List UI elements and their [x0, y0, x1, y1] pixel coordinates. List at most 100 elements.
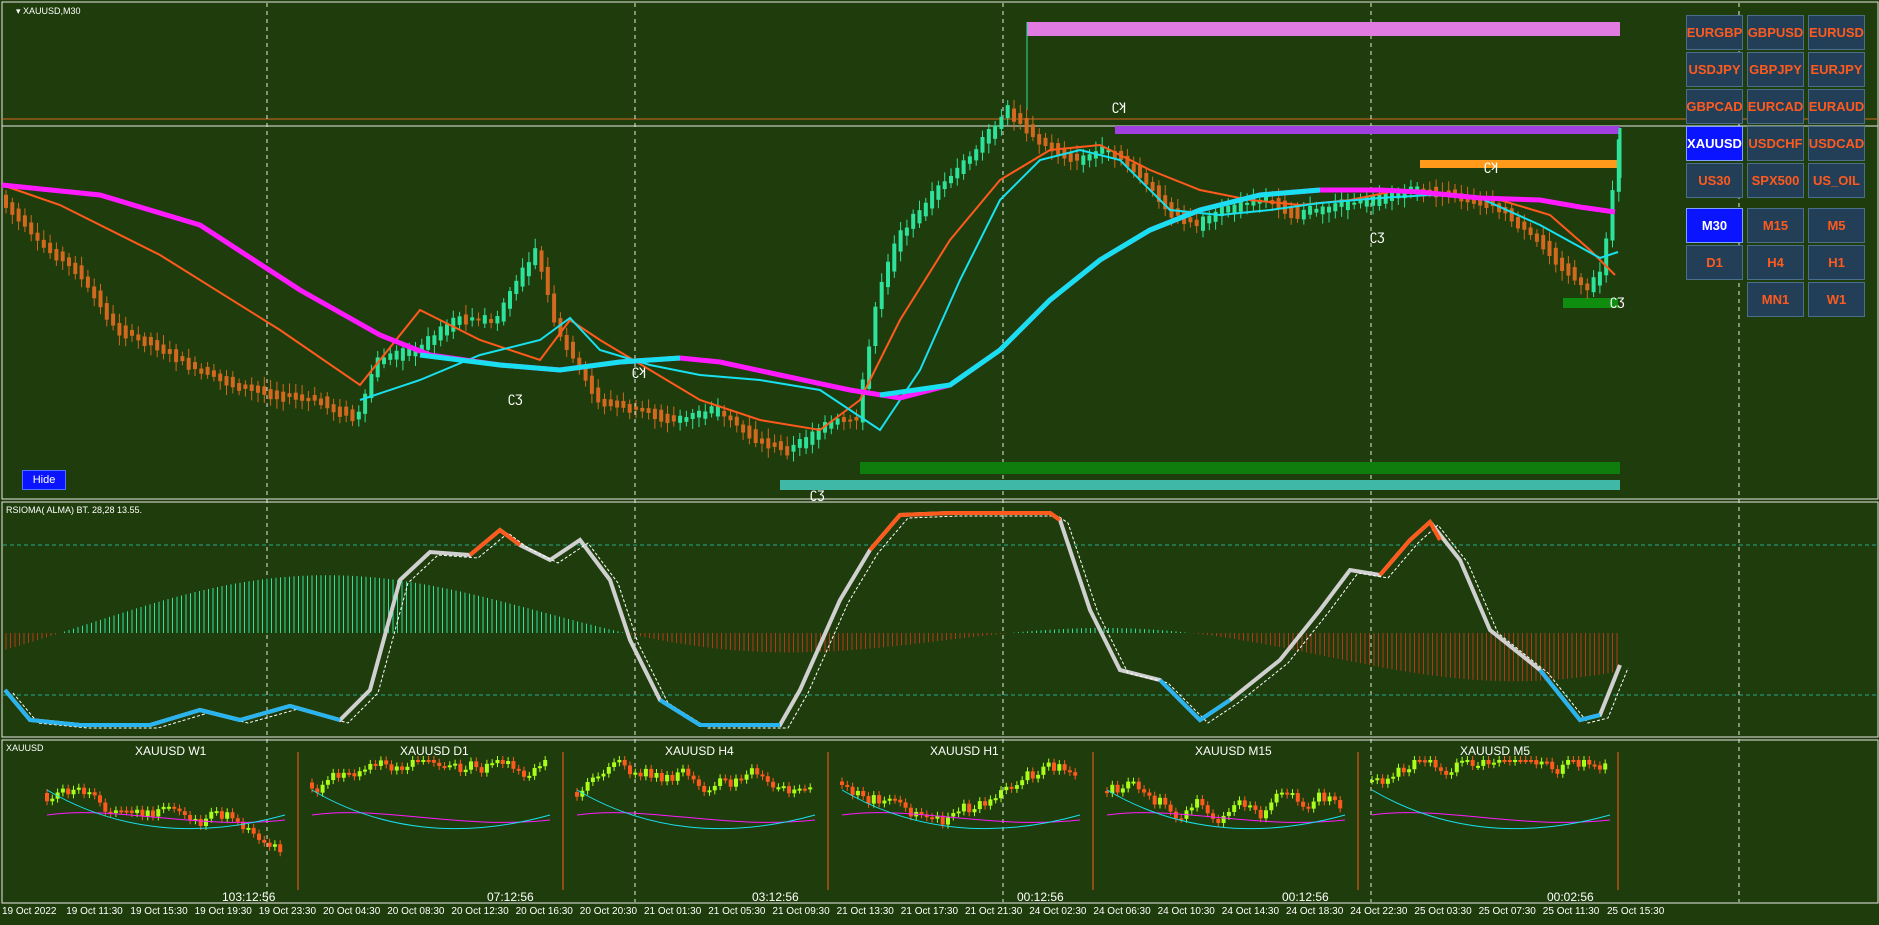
mini-candle-body [1449, 772, 1454, 775]
symbol-button-xauusd[interactable]: XAUUSD [1686, 126, 1743, 161]
timeframe-button-d1[interactable]: D1 [1686, 245, 1743, 280]
candle-body [262, 386, 267, 395]
zone-rect [780, 480, 1620, 490]
candle-body [1579, 277, 1583, 286]
mini-candle-body [1428, 760, 1433, 763]
mini-candle-body [410, 760, 415, 767]
mini-candle-body [1036, 774, 1041, 779]
symbol-button-spx500[interactable]: SPX500 [1747, 163, 1804, 198]
mini-candle-body [628, 765, 632, 775]
mini-candle-body [156, 809, 161, 817]
mini-candle-body [993, 798, 998, 801]
hide-button[interactable]: Hide [22, 470, 66, 490]
mini-candle-body [1030, 771, 1035, 779]
dropdown-icon[interactable]: ▾ [16, 6, 21, 16]
mini-candle-body [696, 779, 701, 786]
time-axis-label: 24 Oct 14:30 [1221, 906, 1280, 917]
mini-candle-body [479, 767, 484, 773]
symbol-button-usdjpy[interactable]: USDJPY [1686, 52, 1743, 87]
mini-candle-body [373, 763, 378, 766]
candle-body [205, 366, 210, 375]
timeframe-button-m5[interactable]: M5 [1808, 208, 1865, 243]
mini-candle-body [177, 808, 182, 812]
symbol-button-gbpcad[interactable]: GBPCAD [1686, 89, 1743, 124]
symbol-button-euraud[interactable]: EURAUD [1808, 89, 1865, 124]
candle-body [243, 384, 248, 389]
mini-candle-body [1380, 778, 1385, 784]
symbol-button-usdcad[interactable]: USDCAD [1808, 126, 1865, 161]
time-axis-label: 21 Oct 09:30 [772, 906, 830, 917]
symbol-button-gbpjpy[interactable]: GBPJPY [1747, 52, 1804, 87]
time-axis-label: 24 Oct 06:30 [1093, 906, 1151, 917]
timeframe-button-h1[interactable]: H1 [1808, 245, 1865, 280]
mini-candle-body [617, 760, 622, 763]
candle-body [785, 446, 790, 456]
candle-body [337, 406, 342, 417]
mini-candle-body [357, 771, 362, 777]
mini-candle-body [50, 798, 55, 802]
fractal-icon: ʗʞ [1112, 97, 1126, 113]
mini-candle-body [744, 774, 749, 780]
mini-candle-body [363, 769, 367, 772]
candle-body [678, 415, 683, 423]
mini-candle-body [474, 761, 479, 768]
timeframe-button-m30[interactable]: M30 [1686, 208, 1743, 243]
symbol-button-eurcad[interactable]: EURCAD [1747, 89, 1804, 124]
candle-body [1616, 139, 1621, 192]
ma-slow-line-cyan [879, 187, 1321, 398]
candle-timer: 00:12:56 [1282, 890, 1329, 904]
mini-candle-body [1269, 802, 1274, 811]
mini-candle-body [45, 792, 49, 802]
symbol-button-us30[interactable]: US30 [1686, 163, 1743, 198]
mini-candle-body [951, 813, 956, 817]
time-axis-label: 24 Oct 02:30 [1029, 906, 1087, 917]
candle-body [886, 261, 890, 288]
mini-candle-body [1332, 796, 1337, 801]
candle-body [54, 249, 59, 261]
candle-body [1245, 202, 1250, 205]
mini-candle-body [903, 802, 908, 808]
mini-candle-body [601, 773, 606, 777]
ma-slow-line [1, 182, 1616, 401]
mini-candle-body [98, 795, 102, 803]
candle-body [860, 379, 865, 423]
mini-candle-body [1454, 762, 1459, 773]
mini-candle-body [400, 766, 405, 771]
timeframe-button-mn1[interactable]: MN1 [1747, 282, 1804, 317]
timeframe-button-h4[interactable]: H4 [1747, 245, 1804, 280]
candle-body [1037, 134, 1042, 145]
mini-candle-body [506, 761, 511, 765]
symbol-button-eurjpy[interactable]: EURJPY [1808, 52, 1865, 87]
symbol-button-gbpusd[interactable]: GBPUSD [1747, 15, 1804, 50]
timeframe-button-m15[interactable]: M15 [1747, 208, 1804, 243]
symbol-button-usdchf[interactable]: USDCHF [1747, 126, 1804, 161]
candle-body [1024, 118, 1029, 134]
rsi-overbought-segment [1378, 518, 1442, 577]
mini-candle-body [638, 772, 643, 777]
indicator-title: RSIOMA( ALMA) BT. 28,28 13.55. [6, 505, 143, 515]
time-axis-label: 19 Oct 23:30 [258, 906, 317, 917]
mini-candle-body [1407, 769, 1412, 773]
timeframe-button-w1[interactable]: W1 [1808, 282, 1865, 317]
candle-body [193, 362, 197, 370]
mini-candle-body [1513, 760, 1518, 762]
candle-body [325, 396, 330, 409]
candle-body [1087, 154, 1092, 161]
mini-candle-body [787, 786, 791, 794]
time-axis-label: 24 Oct 22:30 [1350, 906, 1408, 917]
symbol-button-eurgbp[interactable]: EURGBP [1686, 15, 1743, 50]
mini-candle-body [797, 788, 802, 791]
time-axis-label: 21 Oct 21:30 [965, 906, 1023, 917]
symbol-button-eurusd[interactable]: EURUSD [1808, 15, 1865, 50]
candle-body [98, 290, 103, 308]
candle-body [1327, 206, 1331, 213]
mini-candle-body [1539, 761, 1544, 765]
mini-candle-body [151, 810, 155, 817]
symbol-button-us_oil[interactable]: US_OIL [1808, 163, 1865, 198]
candle-body [1018, 113, 1023, 124]
mini-candle-body [336, 772, 341, 778]
mini-chart-title: XAUUSD W1 [135, 744, 207, 758]
mini-candle-body [898, 799, 903, 803]
time-axis-label: 25 Oct 07:30 [1478, 906, 1536, 917]
mini-candle-body [1597, 765, 1602, 770]
